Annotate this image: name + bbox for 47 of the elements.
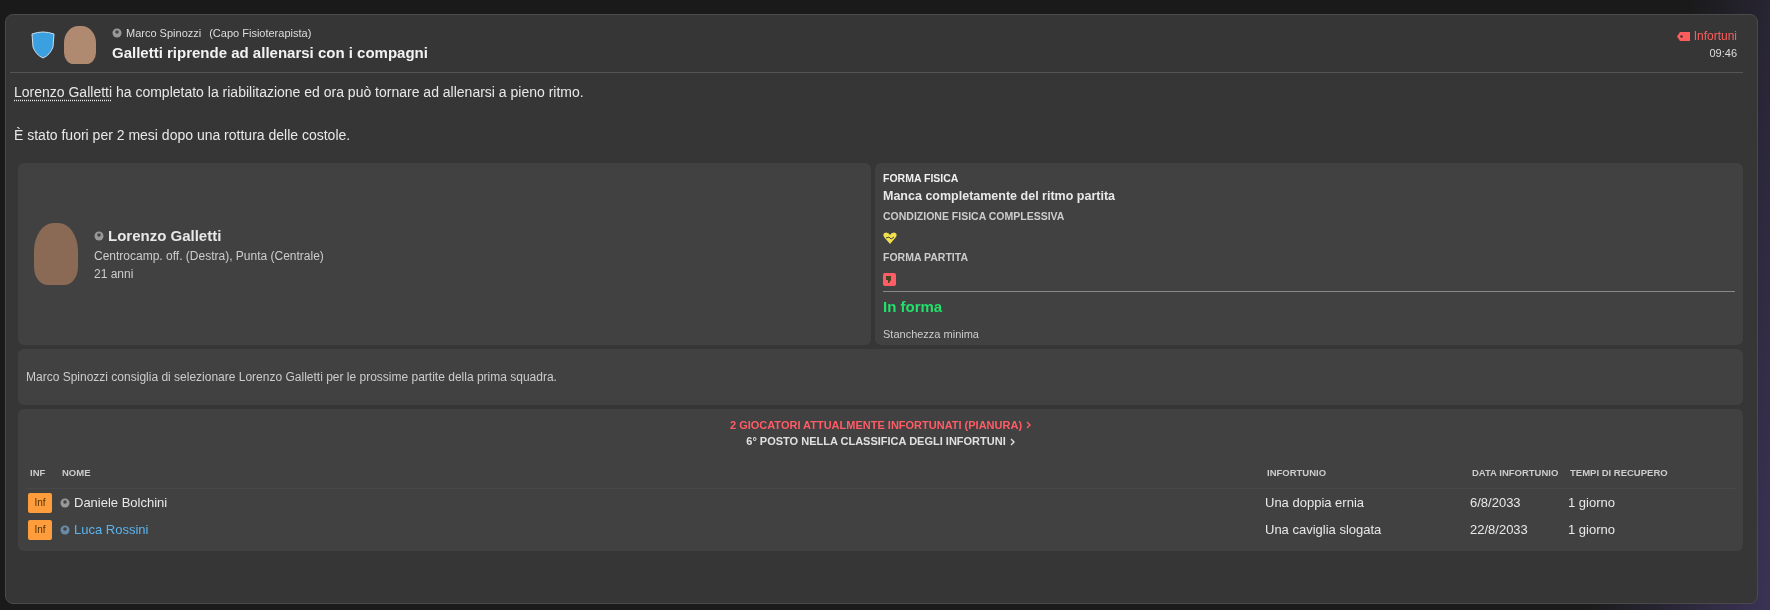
player-link[interactable]: Lorenzo Galletti [14,84,113,100]
chevron-right-icon [1009,437,1015,446]
table-cell-text: Una caviglia slogata [1265,520,1382,539]
heart-icon [883,232,897,245]
author-role: (Capo Fisioterapista) [209,26,312,41]
player-name-link[interactable]: Luca Rossini [74,519,149,540]
club-crest-icon [30,30,56,59]
person-icon [60,524,70,535]
message-paragraph: È stato fuori per 2 mesi dopo una rottura delle costole. [14,125,352,145]
message-time: 09:46 [1708,46,1737,62]
chevron-right-icon [1026,421,1032,430]
table-cell-text: 22/8/2033 [1470,520,1528,539]
fitness-status: In forma [883,296,944,317]
table-cell-text: 6/8/2033 [1470,493,1521,512]
author-name: Marco Spinozzi [126,26,202,41]
field-label: FORMA PARTITA [883,250,969,266]
avatar-placeholder [64,25,96,64]
fitness-summary: Manca completamente del ritmo partita [883,187,1116,205]
column-header: INFORTUNIO [1267,465,1327,480]
player-name-link[interactable]: Daniele Bolchini [74,492,168,513]
table-cell-text: 1 giorno [1568,520,1615,539]
person-icon [94,230,104,241]
advice-text: Marco Spinozzi consiglia di selezionare Lorenzo Galletti per le prossime partite della prima squadra. [26,368,557,386]
fatigue-text: Stanchezza minima [883,327,980,343]
column-header: NOME [62,465,91,480]
player-age: 21 anni [94,266,135,284]
message-title: Galletti riprende ad allenarsi con i compagni [112,42,429,63]
player-name-link[interactable]: Lorenzo Galletti [108,224,222,248]
injury-ranking-link[interactable]: 6° POSTO NELLA CLASSIFICA DEGLI INFORTUNI [746,433,1006,450]
table-cell-text: 1 giorno [1568,493,1615,512]
message-paragraph: Lorenzo Galletti ha completato la riabilitazione ed ora può tornare ad allenarsi a pieno ritmo. [14,83,585,102]
column-header: INF [30,465,46,480]
player-photo-placeholder [34,222,78,285]
injury-badge[interactable]: Inf [28,492,52,513]
column-header: DATA INFORTUNIO [1472,465,1559,480]
column-header: TEMPI DI RECUPERO [1570,465,1668,480]
injury-badge[interactable]: Inf [28,519,52,540]
field-label: CONDIZIONE FISICA COMPLESSIVA [883,209,1066,225]
category-link[interactable]: Infortuni [1693,27,1737,46]
tag-icon [1676,31,1690,41]
person-icon [60,497,70,508]
section-heading: FORMA FISICA [883,170,960,186]
injured-players-link[interactable]: 2 GIOCATORI ATTUALMENTE INFORTUNATI (PIANURA) [729,416,1023,434]
thumbs-down-icon [883,272,896,286]
table-cell-text: Una doppia ernia [1265,493,1365,512]
person-icon [112,28,122,39]
player-positions: Centrocamp. off. (Destra), Punta (Centrale) [94,248,324,266]
